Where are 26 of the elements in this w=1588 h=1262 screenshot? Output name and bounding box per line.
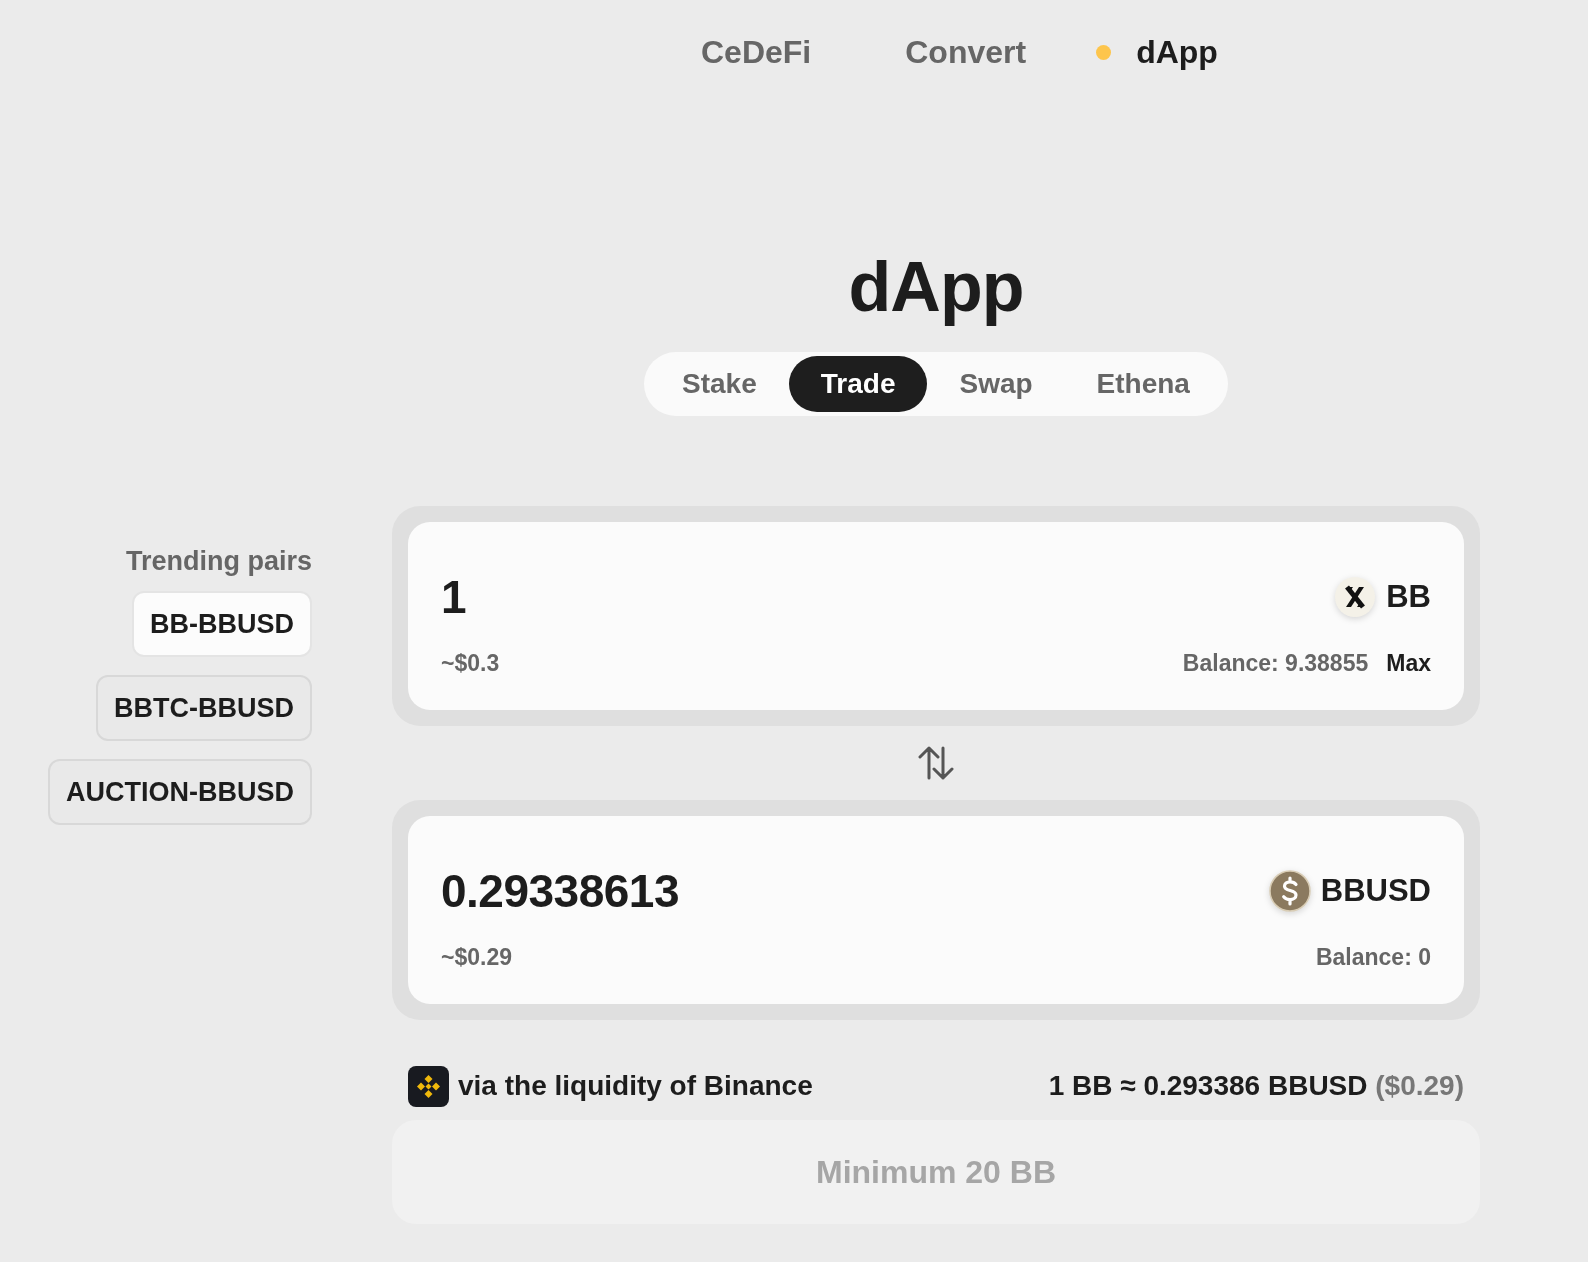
max-button[interactable]: Max [1386, 650, 1431, 677]
amount-field[interactable]: 1 [441, 570, 1041, 624]
token-name: BBUSD [1320, 873, 1431, 909]
tab[interactable]: Trade [788, 356, 928, 412]
exchange-rate: 1 BB ≈ 0.293386 BBUSD ($0.29) [1048, 1070, 1464, 1102]
nav-link[interactable]: CeDeFi [701, 33, 812, 71]
exchange-logo-icon [408, 1065, 449, 1107]
tab[interactable]: Swap [927, 356, 1065, 412]
nav-link[interactable]: dApp [1136, 33, 1218, 71]
section-label: Trending pairs [125, 546, 312, 577]
balance-label: Balance: 9.38855 [1182, 650, 1369, 677]
tab[interactable]: Stake [650, 356, 789, 412]
token-icon [1334, 576, 1377, 618]
route-text: via the liquidity of Binance [458, 1070, 813, 1102]
dollar-coin-icon [1268, 870, 1311, 912]
usd-value: ~$0.29 [441, 944, 512, 971]
balance-label: Balance: 0 [1315, 944, 1431, 971]
tab[interactable]: Ethena [1064, 356, 1222, 412]
pair-chip[interactable]: BB-BBUSD [132, 591, 312, 657]
amount-field[interactable]: 0.29338613 [441, 864, 1041, 918]
pair-chip[interactable]: AUCTION-BBUSD [48, 759, 312, 825]
usd-value: ~$0.3 [441, 650, 500, 677]
nav-link[interactable]: Convert [905, 33, 1027, 71]
swap-arrows-icon[interactable] [917, 745, 955, 781]
pair-chip[interactable]: BBTC-BBUSD [96, 675, 312, 741]
token-name: BB [1386, 579, 1431, 615]
